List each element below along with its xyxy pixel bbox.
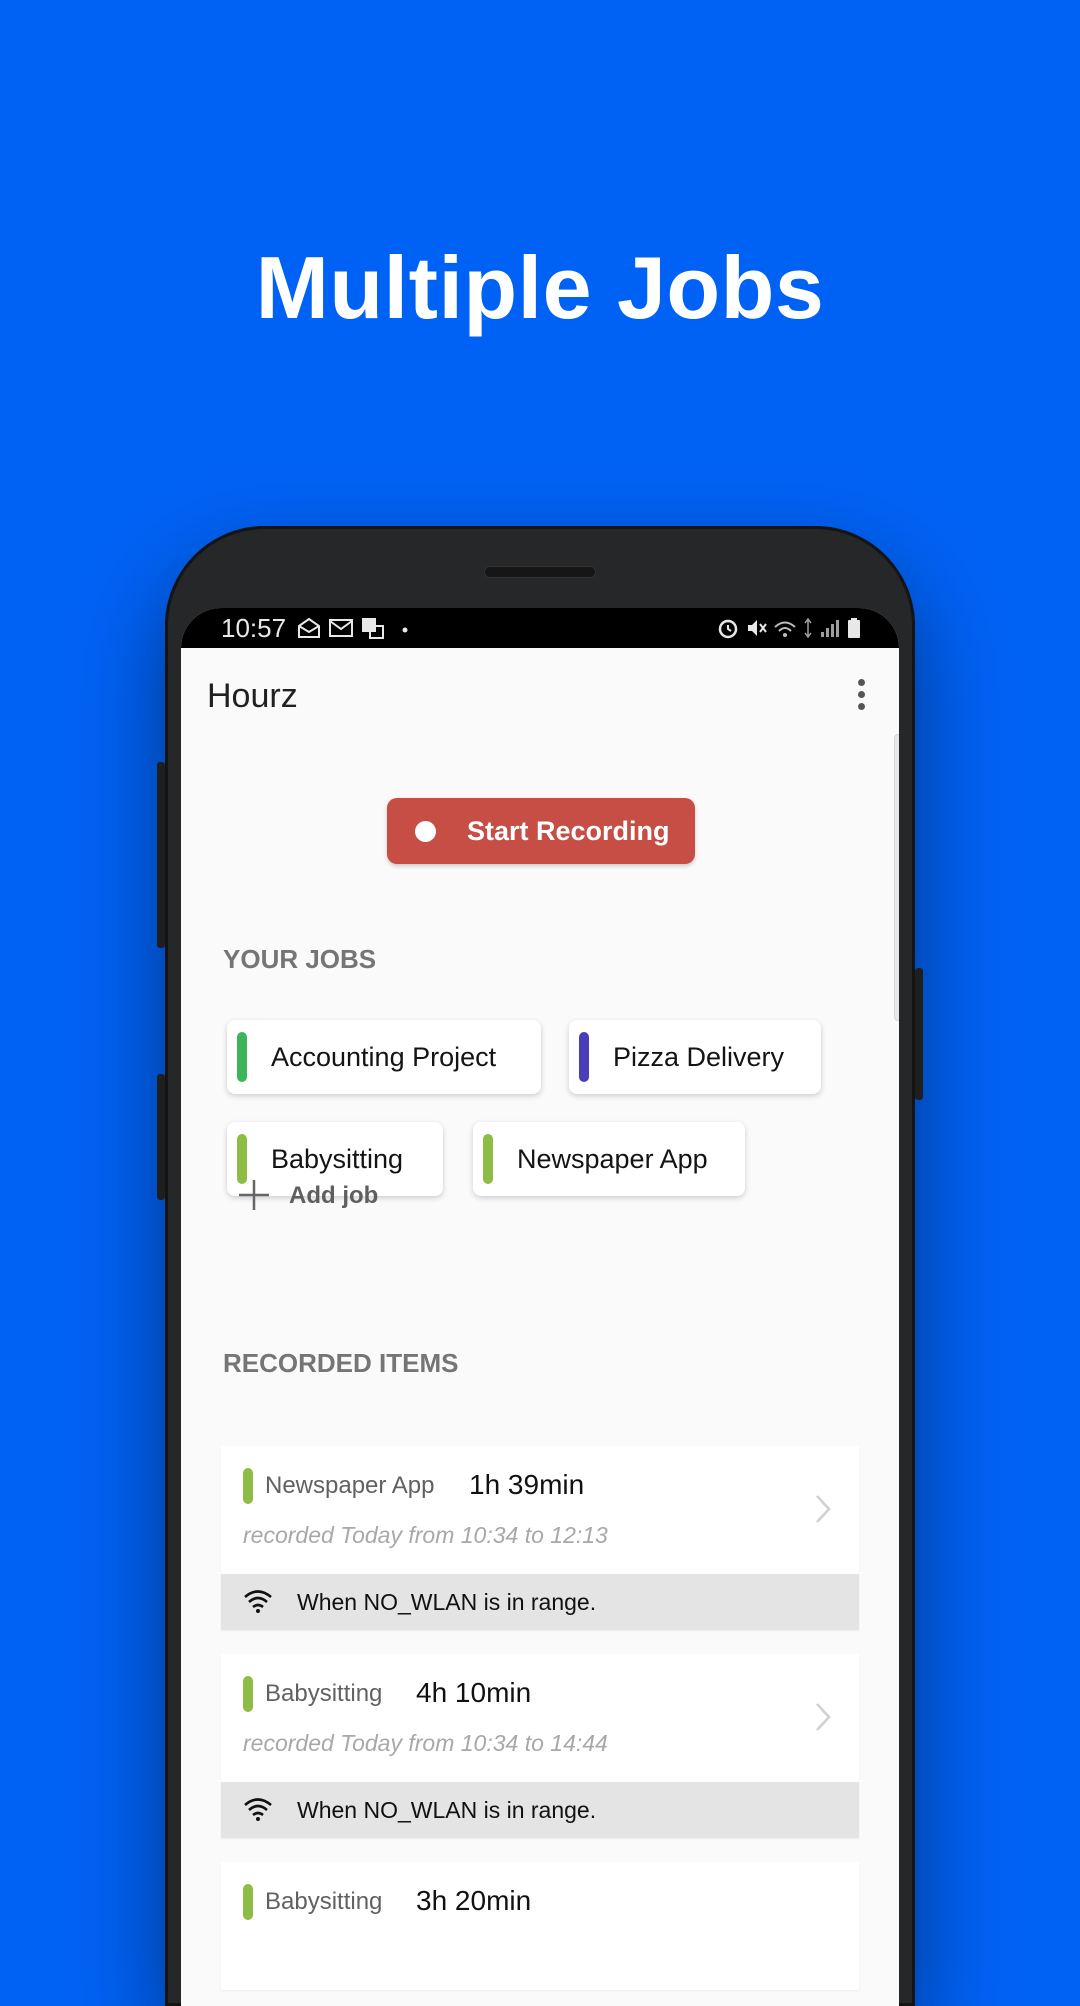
- recorded-item-note-text: When NO_WLAN is in range.: [297, 1797, 597, 1823]
- recorded-item-note-text: When NO_WLAN is in range.: [297, 1589, 597, 1615]
- job-chip[interactable]: Newspaper App: [473, 1122, 745, 1196]
- recorded-item-job: Babysitting: [265, 1888, 383, 1915]
- wifi-icon: [244, 1798, 272, 1821]
- phone-side-button: [915, 968, 923, 1100]
- overflow-menu-icon[interactable]: [851, 674, 871, 714]
- job-chip[interactable]: Pizza Delivery: [569, 1020, 821, 1094]
- recorded-item-duration: 4h 10min: [416, 1677, 532, 1708]
- status-bar: 10:57: [181, 608, 899, 648]
- start-recording-label: Start Recording: [467, 816, 670, 846]
- recorded-item-subtitle: recorded Today from 10:34 to 12:13: [243, 1522, 608, 1548]
- headline: Multiple Jobs: [255, 238, 825, 337]
- scroll-indicator[interactable]: [894, 734, 899, 1021]
- wifi-4g-icon: [774, 621, 796, 637]
- job-chip-label: Accounting Project: [271, 1042, 497, 1072]
- your-jobs-heading: YOUR JOBS: [223, 944, 377, 974]
- job-chip-label: Pizza Delivery: [613, 1042, 785, 1072]
- dot-icon: [402, 627, 408, 633]
- job-chip-label: Newspaper App: [517, 1144, 708, 1174]
- recorded-item-note: When NO_WLAN is in range.: [221, 1574, 859, 1630]
- chevron-right-icon: [816, 1495, 831, 1523]
- recorded-items-heading: RECORDED ITEMS: [223, 1348, 459, 1378]
- checklist-icon: [362, 618, 384, 639]
- phone-side-button: [157, 1074, 165, 1200]
- chevron-right-icon: [816, 1703, 831, 1731]
- job-color-bar: [237, 1032, 247, 1082]
- status-time: 10:57: [221, 613, 287, 643]
- mute-icon: [748, 620, 767, 636]
- phone-side-button: [157, 762, 165, 948]
- recorded-item-card[interactable]: Babysitting 4h 10min recorded Today from…: [221, 1654, 859, 1838]
- phone-frame: 10:57 Hourz Start Recording YOUR JOBS Ac…: [157, 526, 923, 2006]
- record-dot-icon: [415, 821, 436, 842]
- wifi-icon: [244, 1590, 272, 1613]
- job-color-bar: [237, 1134, 247, 1184]
- system-icons: [717, 617, 861, 639]
- job-color-bar: [579, 1032, 589, 1082]
- recorded-item-duration: 1h 39min: [469, 1469, 585, 1500]
- job-color-bar: [483, 1134, 493, 1184]
- job-chip[interactable]: Accounting Project: [227, 1020, 541, 1094]
- recorded-item-duration: 3h 20min: [416, 1885, 532, 1916]
- job-color-bar: [243, 1468, 253, 1504]
- recorded-item-note: When NO_WLAN is in range.: [221, 1782, 859, 1838]
- job-color-bar: [243, 1676, 253, 1712]
- data-arrows-icon: [804, 617, 812, 639]
- recorded-item-card[interactable]: Newspaper App 1h 39min recorded Today fr…: [221, 1446, 859, 1630]
- signal-icon: [821, 620, 839, 637]
- plus-icon: [239, 1180, 269, 1210]
- recorded-item-subtitle: recorded Today from 10:34 to 14:44: [243, 1730, 608, 1756]
- recorded-item-card[interactable]: Babysitting 3h 20min: [221, 1862, 859, 1990]
- notification-icons: [297, 617, 411, 639]
- earpiece-speaker: [484, 566, 596, 578]
- mail-open-icon: [298, 617, 320, 638]
- app-title: Hourz: [207, 677, 298, 715]
- start-recording-button[interactable]: Start Recording: [387, 798, 695, 864]
- job-color-bar: [243, 1884, 253, 1920]
- add-job-label: Add job: [289, 1182, 379, 1209]
- battery-icon: [848, 618, 860, 638]
- job-chip-label: Babysitting: [271, 1144, 404, 1174]
- recorded-item-job: Newspaper App: [265, 1472, 435, 1499]
- recorded-item-job: Babysitting: [265, 1680, 383, 1707]
- phone-screen: 10:57 Hourz Start Recording YOUR JOBS Ac…: [181, 608, 899, 2006]
- alarm-icon: [718, 619, 738, 639]
- gmail-icon: [329, 619, 353, 637]
